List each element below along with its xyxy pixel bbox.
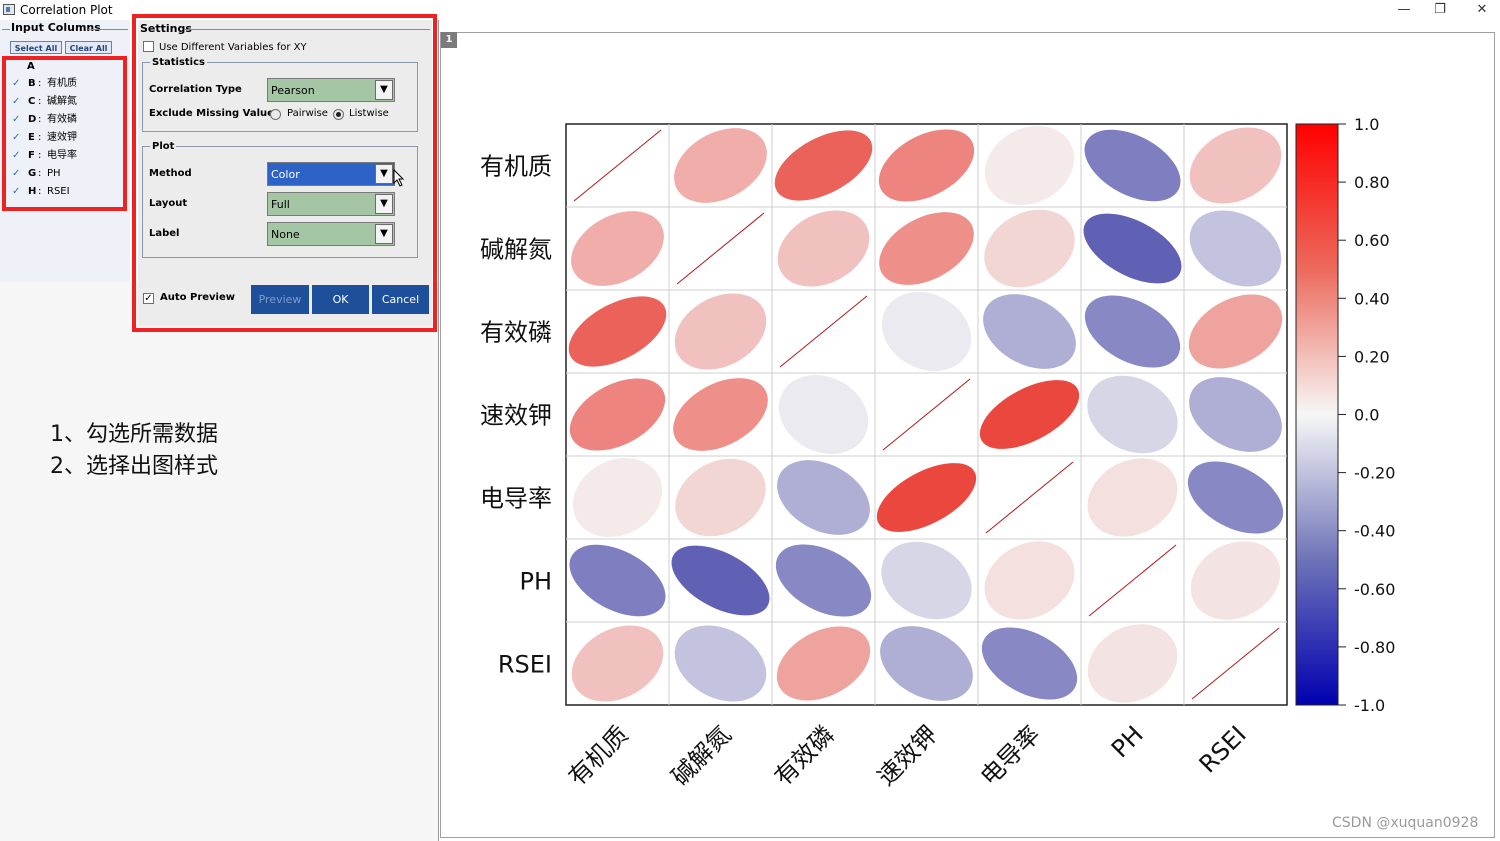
column-label: PH — [1106, 720, 1149, 763]
column-label: 有效磷 — [769, 720, 840, 791]
colorbar-tick-label: -0.20 — [1354, 464, 1395, 483]
row-label: PH — [519, 568, 552, 596]
colorbar-tick-label: -0.80 — [1354, 638, 1395, 657]
column-label: 速效钾 — [872, 720, 943, 791]
correlation-chart: 有机质碱解氮有效磷速效钾电导率PHRSEI 有机质 碱解氮 有效磷 速效钾 电导率 PH R… — [480, 115, 1395, 791]
colorbar-tick-label: 0.20 — [1354, 347, 1390, 366]
column-label: RSEI — [1194, 720, 1252, 778]
row-label: 有效磷 — [480, 319, 552, 347]
column-label: 有机质 — [563, 720, 634, 791]
column-label: 碱解氮 — [666, 720, 737, 791]
colorbar-tick-label: 1.0 — [1354, 115, 1379, 134]
row-label: 碱解氮 — [480, 236, 552, 264]
colorbar-tick-label: 0.60 — [1354, 231, 1390, 250]
colorbar-tick-label: 0.0 — [1354, 406, 1379, 425]
colorbar-tick-label: -0.40 — [1354, 522, 1395, 541]
colorbar-tick-label: 0.80 — [1354, 173, 1390, 192]
row-label: 电导率 — [480, 485, 552, 513]
row-label: 有机质 — [480, 153, 552, 181]
row-label: 速效钾 — [480, 402, 552, 430]
watermark: CSDN @xuquan0928 — [1332, 815, 1479, 831]
colorbar-tick-label: 0.40 — [1354, 289, 1390, 308]
colorbar-tick-label: -0.60 — [1354, 580, 1395, 599]
column-label: 电导率 — [975, 720, 1046, 791]
colorbar — [1295, 123, 1339, 706]
row-label: RSEI — [498, 651, 552, 679]
colorbar-tick-label: -1.0 — [1354, 696, 1385, 715]
